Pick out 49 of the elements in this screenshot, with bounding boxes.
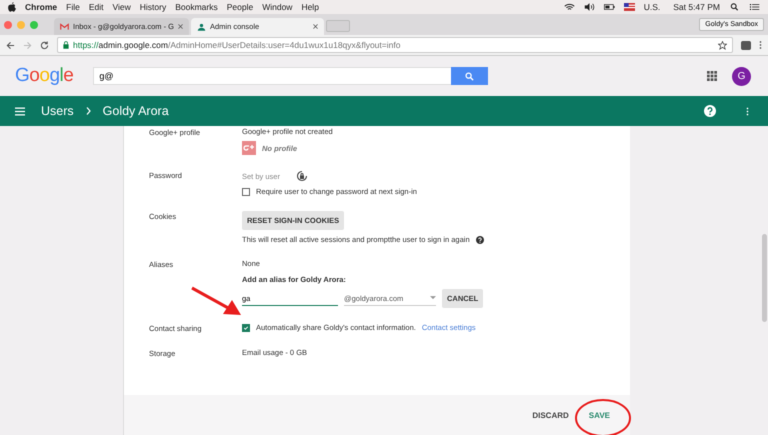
menu-item[interactable]: History [140,2,166,12]
people-icon [197,22,206,30]
battery-icon[interactable] [604,3,615,11]
help-icon[interactable] [704,105,716,117]
annotation-arrow [190,286,242,316]
help-icon[interactable] [476,236,484,244]
clock[interactable]: Sat 5:47 PM [673,2,720,12]
menu-item[interactable]: File [66,2,80,12]
search-field[interactable]: g@ [93,67,452,85]
more-vertical-icon[interactable] [759,40,762,50]
chevron-icon [86,107,91,115]
menu-item[interactable]: Window [262,2,292,12]
google-plus-icon [242,141,256,155]
scrollbar[interactable] [762,234,767,322]
close-icon[interactable] [313,24,318,29]
input-source[interactable]: U.S. [644,2,660,12]
menu-item[interactable]: People [226,2,254,12]
extension-icon[interactable] [741,40,751,50]
search-icon[interactable] [729,3,740,11]
reload-icon[interactable] [40,40,49,50]
page-title: Goldy Arora [102,104,169,118]
apps-grid-icon[interactable] [707,71,717,81]
menu-item[interactable]: Edit [88,2,104,12]
back-icon[interactable] [6,40,15,50]
lock-icon [63,41,69,49]
breadcrumb-link[interactable]: Users [41,104,74,118]
checkbox[interactable] [242,188,250,196]
star-icon[interactable] [718,40,727,50]
close-icon[interactable] [178,24,183,29]
mail-icon [60,22,69,30]
list-icon[interactable] [749,3,760,11]
menu-item[interactable]: Bookmarks [175,2,218,12]
lock-reset-icon[interactable] [296,170,308,182]
flag-icon[interactable] [624,3,635,11]
search-button[interactable] [451,67,488,85]
caret-icon [430,296,436,300]
more-vertical-icon[interactable] [746,106,749,116]
apple-icon[interactable] [8,2,16,12]
avatar[interactable]: G [732,66,751,86]
checkbox[interactable] [242,324,250,332]
wifi-icon[interactable] [564,3,575,11]
menu-item[interactable]: Help [301,2,319,12]
menu-item[interactable]: View [112,2,131,12]
menu-icon[interactable] [15,106,25,116]
discard-button[interactable]: DISCARD [526,406,575,424]
address-field[interactable]: https://admin.google.com/AdminHome#UserDetails:user=4du1wux1u18qyx&flyout=info [57,37,733,53]
volume-icon[interactable] [584,3,595,11]
app-menu[interactable]: Chrome [25,2,58,12]
search-icon [465,72,474,80]
